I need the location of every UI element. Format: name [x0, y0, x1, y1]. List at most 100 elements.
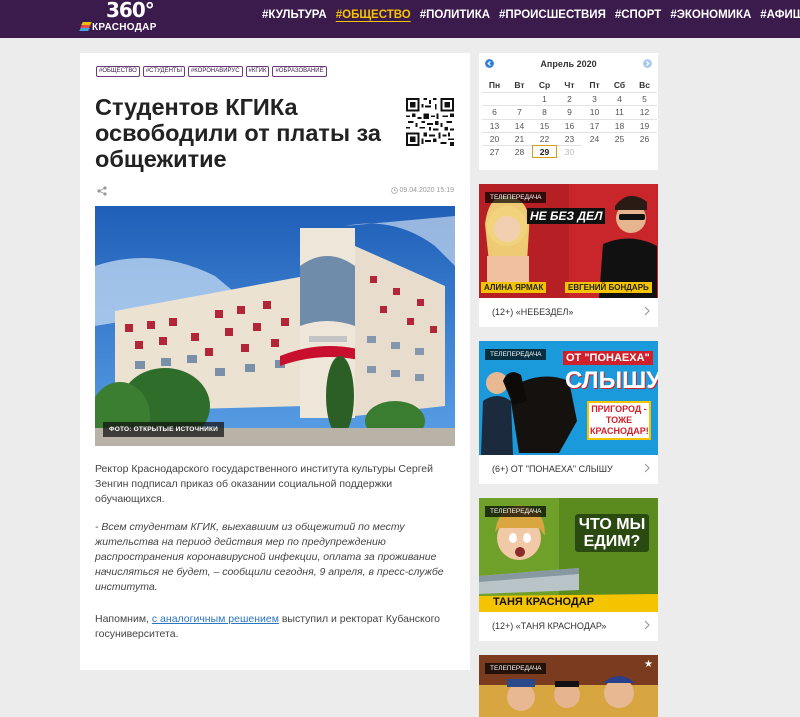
weekday-label: Вт — [514, 80, 525, 90]
calendar-day[interactable]: 8 — [532, 105, 557, 118]
calendar-empty-cell — [507, 92, 532, 105]
calendar-day[interactable]: 27 — [482, 144, 507, 158]
photo-caption: ФОТО: ОТКРЫТЫЕ ИСТОЧНИКИ — [103, 422, 225, 437]
main-nav: #КУЛЬТУРА #ОБЩЕСТВО #ПОЛИТИКА #ПРОИСШЕСТ… — [262, 9, 800, 21]
calendar-day[interactable]: 5 — [632, 92, 657, 105]
calendar-day[interactable]: 10 — [582, 105, 607, 118]
calendar-day[interactable]: 19 — [632, 118, 657, 132]
promo-show-title: СЛЫШУ! — [565, 367, 658, 394]
tag[interactable]: #ОБРАЗОВАНИЕ — [272, 66, 327, 77]
promo-host-right: ЕВГЕНИЙ БОНДАРЬ — [565, 282, 652, 293]
calendar-day[interactable]: 22 — [532, 131, 557, 145]
promo-label: (6+) ОТ "ПОНАЕХА" СЛЫШУ — [492, 464, 613, 474]
calendar-day[interactable]: 11 — [607, 105, 632, 118]
logo-city: КРАСНОДАР — [92, 22, 157, 33]
article-quote: - Всем студентам КГИК, выехавшим из обще… — [95, 521, 444, 593]
calendar-day[interactable]: 17 — [582, 118, 607, 132]
promo-badge: ТЕЛЕПЕРЕДАЧА — [485, 663, 547, 674]
related-article-link[interactable]: с аналогичным решением — [152, 613, 279, 625]
calendar-day[interactable]: 25 — [607, 131, 632, 145]
weekday-label: Вс — [639, 80, 650, 90]
article-photo: ФОТО: ОТКРЫТЫЕ ИСТОЧНИКИ — [95, 206, 455, 446]
svg-text:★: ★ — [644, 659, 653, 670]
calendar-widget: Апрель 2020 Пн Вт Ср Чт Пт Сб Вс 1234567… — [479, 53, 658, 170]
calendar-day[interactable]: 18 — [607, 118, 632, 132]
promo-label: (12+) «НЕБЕЗДЕЛ» — [492, 307, 574, 317]
promo-label: (12+) «ТАНЯ КРАСНОДАР» — [492, 621, 607, 631]
nav-item-politics[interactable]: #ПОЛИТИКА — [420, 9, 490, 21]
calendar-day-today[interactable]: 29 — [532, 144, 557, 159]
logo-stripes-icon — [79, 22, 92, 32]
nav-item-afisha[interactable]: #АФИША — [760, 9, 800, 21]
promo-image: ★ ТЕЛЕПЕРЕДАЧА — [479, 655, 658, 717]
weekday-label: Чт — [564, 80, 575, 90]
calendar-day[interactable]: 13 — [482, 118, 507, 132]
calendar-day[interactable]: 21 — [507, 131, 532, 145]
calendar-month: Апрель 2020 — [540, 59, 597, 69]
share-icon[interactable] — [97, 186, 107, 196]
calendar-day[interactable]: 6 — [482, 105, 507, 118]
nav-item-incidents[interactable]: #ПРОИСШЕСТВИЯ — [499, 9, 606, 21]
nav-item-culture[interactable]: #КУЛЬТУРА — [262, 9, 327, 21]
tag[interactable]: #КГИК — [245, 66, 270, 77]
chevron-right-icon — [644, 620, 650, 630]
chevron-right-icon — [644, 306, 650, 316]
tag[interactable]: #ОБЩЕСТВО — [96, 66, 140, 77]
promo-badge: ТЕЛЕПЕРЕДАЧА — [485, 349, 547, 360]
calendar-header: Апрель 2020 — [479, 59, 658, 71]
nav-item-society[interactable]: #ОБЩЕСТВО — [336, 9, 411, 21]
promo-card-ponaeha[interactable]: ОТ "ПОНАЕХА" СЛЫШУ! ПРИГОРОД - ТОЖЕ КРАС… — [479, 341, 658, 484]
building-photo — [95, 206, 455, 446]
calendar-day[interactable]: 9 — [557, 105, 582, 118]
calendar-day[interactable]: 20 — [482, 131, 507, 145]
promo-badge: ТЕЛЕПЕРЕДАЧА — [485, 506, 547, 517]
date-text: 09.04.2020 15:19 — [399, 187, 455, 194]
promo-card-nebezdel[interactable]: НЕ БЕЗ ДЕЛ АЛИНА ЯРМАК ЕВГЕНИЙ БОНДАРЬ Т… — [479, 184, 658, 327]
calendar-day[interactable]: 15 — [532, 118, 557, 132]
calendar-day[interactable]: 7 — [507, 105, 532, 118]
tag[interactable]: #СТУДЕНТЫ — [142, 66, 185, 77]
promo-image: ОТ "ПОНАЕХА" СЛЫШУ! ПРИГОРОД - ТОЖЕ КРАС… — [479, 341, 658, 455]
note-text-before: Напомним, — [95, 613, 152, 625]
promo-show-title: НЕ БЕЗ ДЕЛ — [527, 208, 606, 224]
nav-item-sport[interactable]: #СПОРТ — [615, 9, 661, 21]
article-date: 09.04.2020 15:19 — [390, 187, 455, 194]
calendar-grid: Пн Вт Ср Чт Пт Сб Вс 1 2 3 4 5 6 7 8 9 10 11 12 13 14… — [482, 79, 657, 159]
calendar-day: 30 — [557, 144, 582, 158]
logo-number: 360° — [106, 0, 155, 22]
promo-card-4[interactable]: ★ ТЕЛЕПЕРЕДАЧА — [479, 655, 658, 717]
article-note: Напомним, с аналогичным решением выступи… — [95, 612, 460, 642]
prev-month-icon[interactable] — [485, 59, 494, 68]
calendar-day[interactable]: 1 — [532, 92, 557, 105]
promo-image: НЕ БЕЗ ДЕЛ АЛИНА ЯРМАК ЕВГЕНИЙ БОНДАРЬ Т… — [479, 184, 658, 298]
site-logo[interactable]: 360° КРАСНОДАР — [79, 0, 160, 38]
calendar-day[interactable]: 16 — [557, 118, 582, 132]
calendar-day[interactable]: 23 — [557, 131, 582, 145]
promo-card-tanya-krasnodar[interactable]: ЧТО МЫ ЕДИМ? ТАНЯ КРАСНОДАР ТЕЛЕПЕРЕДАЧА… — [479, 498, 658, 641]
weekday-label: Сб — [613, 80, 626, 90]
site-header: 360° КРАСНОДАР #КУЛЬТУРА #ОБЩЕСТВО #ПОЛИ… — [0, 0, 800, 38]
promo-show-subtitle: ПРИГОРОД - ТОЖЕ КРАСНОДАР! — [587, 401, 651, 440]
calendar-day[interactable]: 2 — [557, 92, 582, 105]
calendar-day[interactable]: 26 — [632, 131, 657, 145]
calendar-empty-cell — [482, 92, 507, 105]
article-tags: #ОБЩЕСТВО #СТУДЕНТЫ #КОРОНАВИРУС #КГИК #… — [96, 66, 327, 77]
qr-code-icon — [406, 98, 454, 146]
tag[interactable]: #КОРОНАВИРУС — [187, 66, 243, 77]
promo-host-left: АЛИНА ЯРМАК — [481, 282, 547, 293]
next-month-icon[interactable] — [643, 59, 652, 68]
weekday-label: Пт — [589, 80, 600, 90]
calendar-day[interactable]: 24 — [582, 131, 607, 145]
promo-image: ЧТО МЫ ЕДИМ? ТАНЯ КРАСНОДАР ТЕЛЕПЕРЕДАЧА — [479, 498, 658, 612]
article-card: #ОБЩЕСТВО #СТУДЕНТЫ #КОРОНАВИРУС #КГИК #… — [80, 53, 470, 670]
article-title: Студентов КГИКа освободили от платы за о… — [95, 94, 381, 172]
article-lead: Ректор Краснодарского государственного и… — [95, 463, 433, 505]
nav-item-economy[interactable]: #ЭКОНОМИКА — [670, 9, 751, 21]
calendar-day[interactable]: 3 — [582, 92, 607, 105]
clock-icon — [390, 187, 398, 194]
calendar-day[interactable]: 28 — [507, 144, 532, 158]
calendar-day[interactable]: 12 — [632, 105, 657, 118]
promo-show-title: ЧТО МЫ ЕДИМ? — [575, 514, 649, 552]
calendar-day[interactable]: 14 — [507, 118, 532, 132]
calendar-day[interactable]: 4 — [607, 92, 632, 105]
